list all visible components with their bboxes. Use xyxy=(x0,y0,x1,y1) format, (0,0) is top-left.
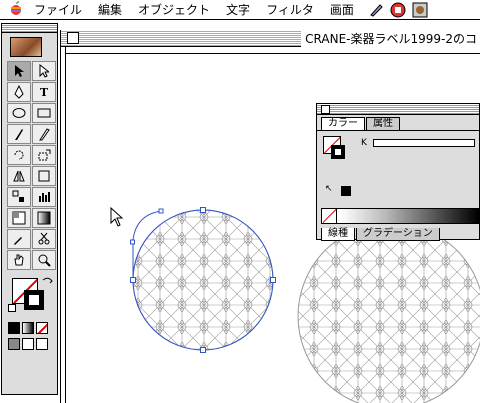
color-mode-icon[interactable] xyxy=(8,322,20,334)
pencil-tool-icon[interactable] xyxy=(32,124,56,144)
gradient-tool-icon[interactable] xyxy=(32,208,56,228)
fill-stroke-widget xyxy=(6,274,53,318)
tab-stroke-style[interactable]: 線種 xyxy=(321,228,355,241)
tab-gradient[interactable]: グラデーション xyxy=(356,228,440,241)
illustrator-logo xyxy=(10,37,42,57)
type-tool-icon[interactable]: T xyxy=(32,82,56,102)
gradient-mesh-tool-icon[interactable] xyxy=(7,208,31,228)
k-slider[interactable] xyxy=(373,139,475,147)
menu-edit[interactable]: 編集 xyxy=(90,1,130,18)
color-palette: カラー 属性 K ↖ 線種 グラデーション xyxy=(316,103,480,241)
last-color-swatch[interactable] xyxy=(341,186,351,196)
default-colors-icon[interactable] xyxy=(8,304,16,312)
gradient-mode-icon[interactable] xyxy=(22,322,34,334)
rectangle-tool-icon[interactable] xyxy=(32,103,56,123)
hand-tool-icon[interactable] xyxy=(7,250,31,270)
anchor-point[interactable] xyxy=(130,239,135,245)
brush-tool-icon[interactable] xyxy=(7,124,31,144)
reflect-tool-icon[interactable] xyxy=(7,166,31,186)
anchor-point[interactable] xyxy=(200,347,206,353)
zoom-tool-icon[interactable] xyxy=(32,250,56,270)
screen-mode-standard-icon[interactable] xyxy=(8,338,20,350)
anchor-point[interactable] xyxy=(130,277,136,283)
direct-selection-tool-icon[interactable] xyxy=(32,61,56,81)
channel-label: K xyxy=(361,138,367,148)
stroke-swatch[interactable] xyxy=(24,290,44,310)
scale-tool-icon[interactable] xyxy=(32,145,56,165)
anchor-point[interactable] xyxy=(270,277,276,283)
free-transform-tool-icon[interactable] xyxy=(32,166,56,186)
warning-arrow-icon: ↖ xyxy=(325,184,333,194)
menu-object[interactable]: オブジェクト xyxy=(130,1,218,18)
tab-color[interactable]: カラー xyxy=(321,117,365,130)
application-switcher-icon[interactable] xyxy=(412,2,428,18)
screen-mode-full-icon[interactable] xyxy=(36,338,48,350)
menu-filter[interactable]: フィルタ xyxy=(258,1,322,18)
none-mode-icon[interactable] xyxy=(36,322,48,334)
menu-view[interactable]: 画面 xyxy=(322,1,362,18)
none-swatch[interactable] xyxy=(322,209,337,223)
ellipse-tool-icon[interactable] xyxy=(7,103,31,123)
palette-stroke-swatch[interactable] xyxy=(331,145,345,159)
swap-arrow-icon[interactable] xyxy=(42,276,54,286)
palette-title-bar[interactable] xyxy=(317,104,479,115)
menu-file[interactable]: ファイル xyxy=(26,1,90,18)
rotate-tool-icon[interactable] xyxy=(7,145,31,165)
screen-mode-menubar-icon[interactable] xyxy=(22,338,34,350)
pen-tool-icon[interactable] xyxy=(7,82,31,102)
palette-close-icon[interactable] xyxy=(321,105,330,114)
menu-type[interactable]: 文字 xyxy=(218,1,258,18)
rosette-selected[interactable] xyxy=(132,209,274,351)
graph-tool-icon[interactable] xyxy=(32,187,56,207)
eyedropper-tool-icon[interactable] xyxy=(7,229,31,249)
app-menu-icon[interactable] xyxy=(390,2,406,18)
mouse-cursor-icon xyxy=(110,206,124,227)
pencil-icon[interactable] xyxy=(368,2,384,18)
color-ramp[interactable] xyxy=(321,208,479,224)
selection-tool-icon[interactable] xyxy=(7,61,31,81)
anchor-point[interactable] xyxy=(158,208,164,214)
rosette-large[interactable] xyxy=(297,222,480,403)
toolbox-title-bar[interactable] xyxy=(2,24,57,33)
toolbox: T xyxy=(1,23,58,395)
apple-menu-icon[interactable] xyxy=(6,0,26,19)
anchor-point[interactable] xyxy=(200,207,206,213)
menu-bar: ファイル 編集 オブジェクト 文字 フィルタ 画面 xyxy=(0,0,480,20)
scissors-tool-icon[interactable] xyxy=(32,229,56,249)
blend-tool-icon[interactable] xyxy=(7,187,31,207)
tab-attributes[interactable]: 属性 xyxy=(366,117,400,130)
